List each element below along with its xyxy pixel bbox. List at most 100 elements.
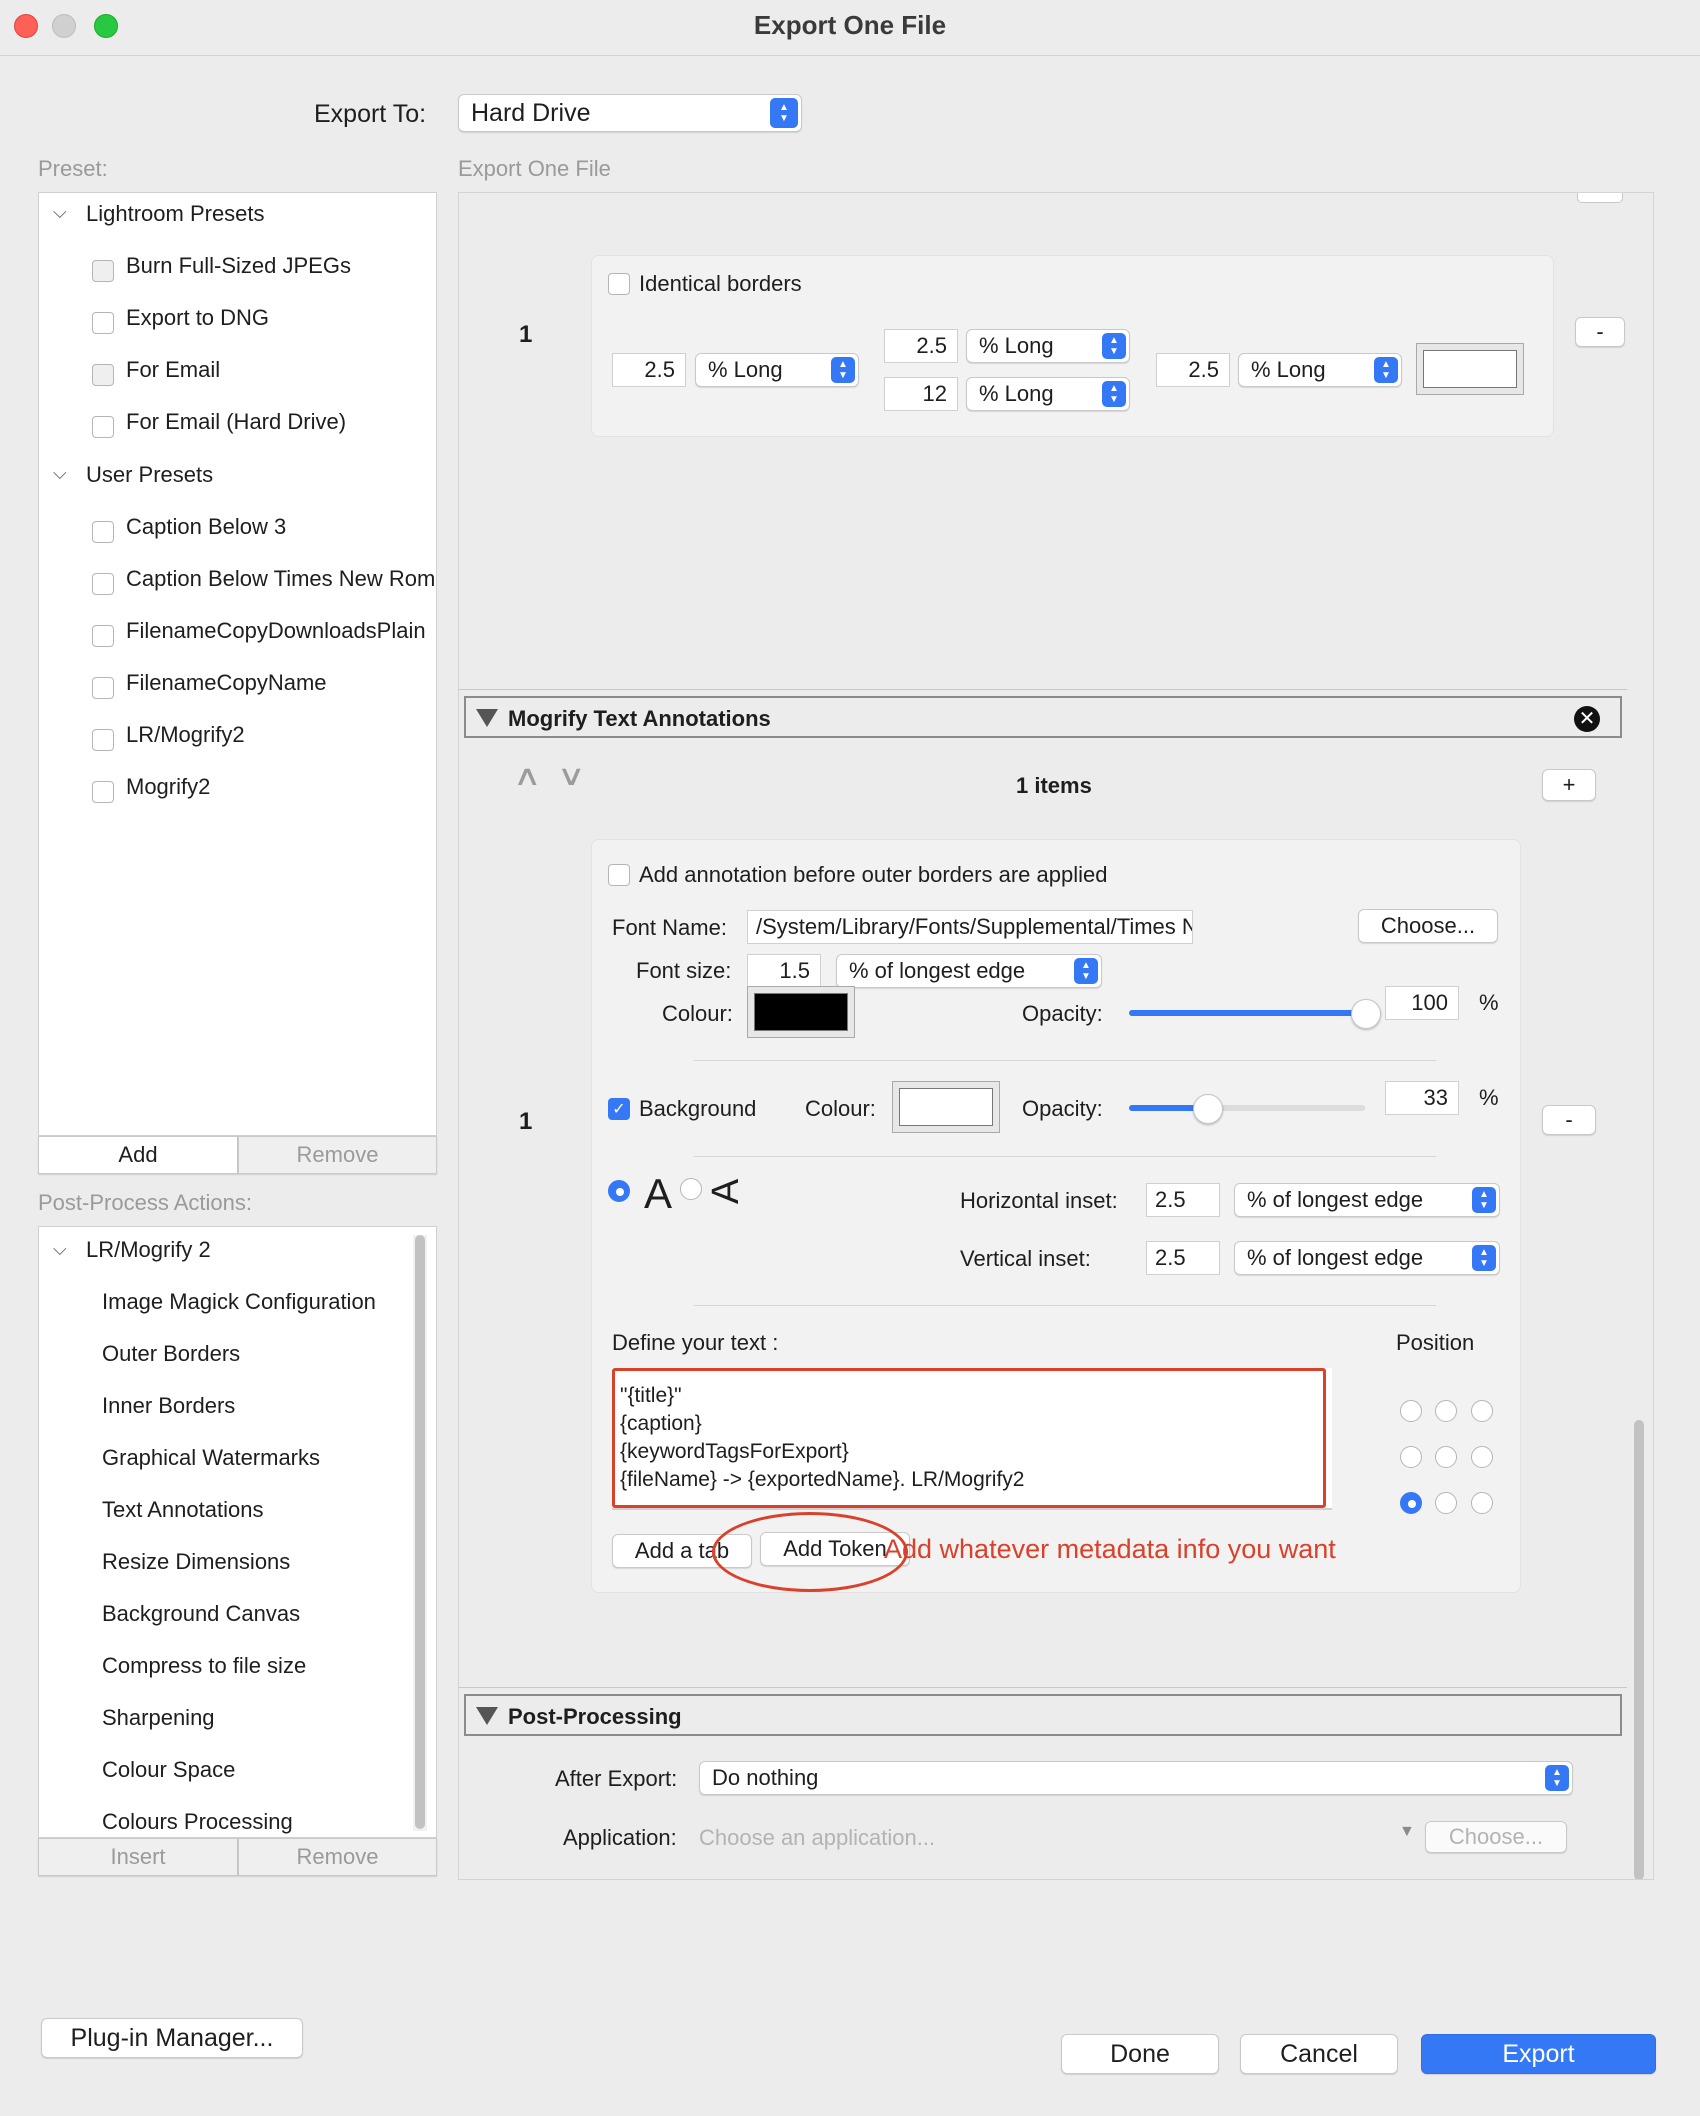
post-process-scrollbar[interactable]	[413, 1235, 427, 1831]
cancel-button[interactable]: Cancel	[1240, 2034, 1398, 2074]
partial-button[interactable]	[1577, 193, 1623, 203]
remove-annotation-button[interactable]: -	[1542, 1105, 1596, 1135]
position-top-left-radio[interactable]	[1400, 1400, 1422, 1422]
preset-item[interactable]: For Email	[126, 357, 220, 383]
preset-item[interactable]: Burn Full-Sized JPEGs	[126, 253, 351, 279]
post-process-item[interactable]: Sharpening	[102, 1705, 215, 1731]
preset-group-user[interactable]: User Presets	[86, 462, 213, 488]
bottom-border-unit-select[interactable]: % Long ▲ ▼	[966, 377, 1130, 411]
chevron-down-icon[interactable]: ⌵	[53, 202, 67, 223]
bg-opacity-slider[interactable]	[1129, 1094, 1365, 1124]
position-middle-right-radio[interactable]	[1471, 1446, 1493, 1468]
text-colour-swatch[interactable]	[747, 986, 855, 1038]
remove-border-row-button[interactable]: -	[1575, 317, 1625, 347]
chevron-down-icon[interactable]: ⌵	[53, 463, 67, 484]
position-bottom-right-radio[interactable]	[1471, 1492, 1493, 1514]
preset-item[interactable]: LR/Mogrify2	[126, 722, 245, 748]
post-process-item[interactable]: Colours Processing	[102, 1809, 293, 1835]
post-processing-header[interactable]: Post-Processing	[464, 1694, 1622, 1736]
vertical-inset-unit-select[interactable]: % of longest edge ▲ ▼	[1234, 1241, 1500, 1275]
post-process-item[interactable]: Text Annotations	[102, 1497, 263, 1523]
main-scroll-thumb[interactable]	[1634, 1420, 1644, 1879]
preset-item[interactable]: FilenameCopyDownloadsPlain	[126, 618, 426, 644]
close-section-icon[interactable]: ✕	[1574, 706, 1600, 732]
left-border-unit-select[interactable]: % Long ▲ ▼	[695, 353, 859, 387]
preset-checkbox[interactable]	[92, 677, 114, 699]
preset-checkbox[interactable]	[92, 781, 114, 803]
position-bottom-left-radio[interactable]	[1400, 1492, 1422, 1514]
preset-item[interactable]: FilenameCopyName	[126, 670, 327, 696]
done-button[interactable]: Done	[1061, 2034, 1219, 2074]
preset-checkbox[interactable]	[92, 260, 114, 282]
define-text-area[interactable]: "{title}" {caption} {keywordTagsForExpor…	[612, 1368, 1332, 1510]
bg-opacity-knob[interactable]	[1192, 1094, 1223, 1124]
text-opacity-field[interactable]: 100	[1385, 986, 1459, 1020]
border-colour-swatch[interactable]	[1416, 343, 1524, 395]
preset-item[interactable]: For Email (Hard Drive)	[126, 409, 346, 435]
position-top-right-radio[interactable]	[1471, 1400, 1493, 1422]
horizontal-inset-unit-select[interactable]: % of longest edge ▲ ▼	[1234, 1183, 1500, 1217]
disclosure-triangle-icon[interactable]	[476, 1707, 498, 1725]
export-to-select[interactable]: Hard Drive ▲ ▼	[458, 94, 802, 132]
mogrify-section-header[interactable]: Mogrify Text Annotations ✕	[464, 696, 1622, 738]
post-process-item[interactable]: Image Magick Configuration	[102, 1289, 376, 1315]
preset-checkbox[interactable]	[92, 364, 114, 386]
preset-checkbox[interactable]	[92, 729, 114, 751]
horizontal-inset-field[interactable]: 2.5	[1146, 1183, 1220, 1217]
top-border-field[interactable]: 2.5	[884, 329, 958, 363]
right-border-field[interactable]: 2.5	[1156, 353, 1230, 387]
top-border-unit-select[interactable]: % Long ▲ ▼	[966, 329, 1130, 363]
post-process-item[interactable]: Resize Dimensions	[102, 1549, 290, 1575]
preset-checkbox[interactable]	[92, 312, 114, 334]
font-name-field[interactable]: /System/Library/Fonts/Supplemental/Times…	[747, 910, 1193, 944]
add-annotation-button[interactable]: +	[1542, 769, 1596, 801]
plugin-manager-button[interactable]: Plug-in Manager...	[41, 2018, 303, 2058]
font-size-field[interactable]: 1.5	[747, 954, 821, 988]
right-border-unit-select[interactable]: % Long ▲ ▼	[1238, 353, 1402, 387]
post-process-item[interactable]: Graphical Watermarks	[102, 1445, 320, 1471]
bg-colour-swatch[interactable]	[892, 1081, 1000, 1133]
dropdown-arrow-icon[interactable]: ▼	[1399, 1823, 1415, 1841]
post-process-list[interactable]: ⌵ LR/Mogrify 2 Image Magick Configuratio…	[38, 1226, 437, 1838]
post-process-scroll-thumb[interactable]	[415, 1235, 425, 1829]
position-middle-left-radio[interactable]	[1400, 1446, 1422, 1468]
remove-action-button[interactable]: Remove	[238, 1838, 437, 1876]
background-checkbox[interactable]: ✓	[608, 1098, 630, 1120]
post-process-item[interactable]: Outer Borders	[102, 1341, 240, 1367]
before-borders-checkbox[interactable]	[608, 864, 630, 886]
vertical-text-radio[interactable]	[680, 1178, 702, 1200]
preset-checkbox[interactable]	[92, 573, 114, 595]
horizontal-text-radio[interactable]	[608, 1180, 630, 1202]
post-process-item[interactable]: Compress to file size	[102, 1653, 306, 1679]
add-preset-button[interactable]: Add	[38, 1136, 238, 1174]
post-process-item[interactable]: Colour Space	[102, 1757, 235, 1783]
move-up-icon[interactable]: ∧	[513, 759, 542, 792]
preset-group-lightroom[interactable]: Lightroom Presets	[86, 201, 265, 227]
preset-item[interactable]: Mogrify2	[126, 774, 210, 800]
preset-checkbox[interactable]	[92, 416, 114, 438]
after-export-select[interactable]: Do nothing ▲ ▼	[699, 1761, 1573, 1795]
bottom-border-field[interactable]: 12	[884, 377, 958, 411]
export-button[interactable]: Export	[1421, 2034, 1656, 2074]
preset-checkbox[interactable]	[92, 625, 114, 647]
choose-font-button[interactable]: Choose...	[1358, 909, 1498, 943]
post-process-item[interactable]: Background Canvas	[102, 1601, 300, 1627]
preset-list[interactable]: ⌵ Lightroom Presets Burn Full-Sized JPEG…	[38, 192, 437, 1136]
chevron-down-icon[interactable]: ⌵	[53, 1239, 67, 1260]
vertical-inset-field[interactable]: 2.5	[1146, 1241, 1220, 1275]
left-border-field[interactable]: 2.5	[612, 353, 686, 387]
position-bottom-center-radio[interactable]	[1435, 1492, 1457, 1514]
bg-opacity-field[interactable]: 33	[1385, 1081, 1459, 1115]
position-middle-center-radio[interactable]	[1435, 1446, 1457, 1468]
insert-action-button[interactable]: Insert	[38, 1838, 238, 1876]
preset-item[interactable]: Export to DNG	[126, 305, 269, 331]
choose-application-button[interactable]: Choose...	[1425, 1821, 1567, 1853]
main-scrollbar[interactable]	[1631, 1420, 1647, 1879]
font-size-unit-select[interactable]: % of longest edge ▲ ▼	[836, 954, 1102, 988]
text-opacity-slider[interactable]	[1129, 999, 1381, 1029]
preset-checkbox[interactable]	[92, 521, 114, 543]
text-opacity-knob[interactable]	[1351, 999, 1381, 1029]
post-process-item[interactable]: Inner Borders	[102, 1393, 235, 1419]
move-down-icon[interactable]: ∨	[557, 759, 586, 792]
position-top-center-radio[interactable]	[1435, 1400, 1457, 1422]
